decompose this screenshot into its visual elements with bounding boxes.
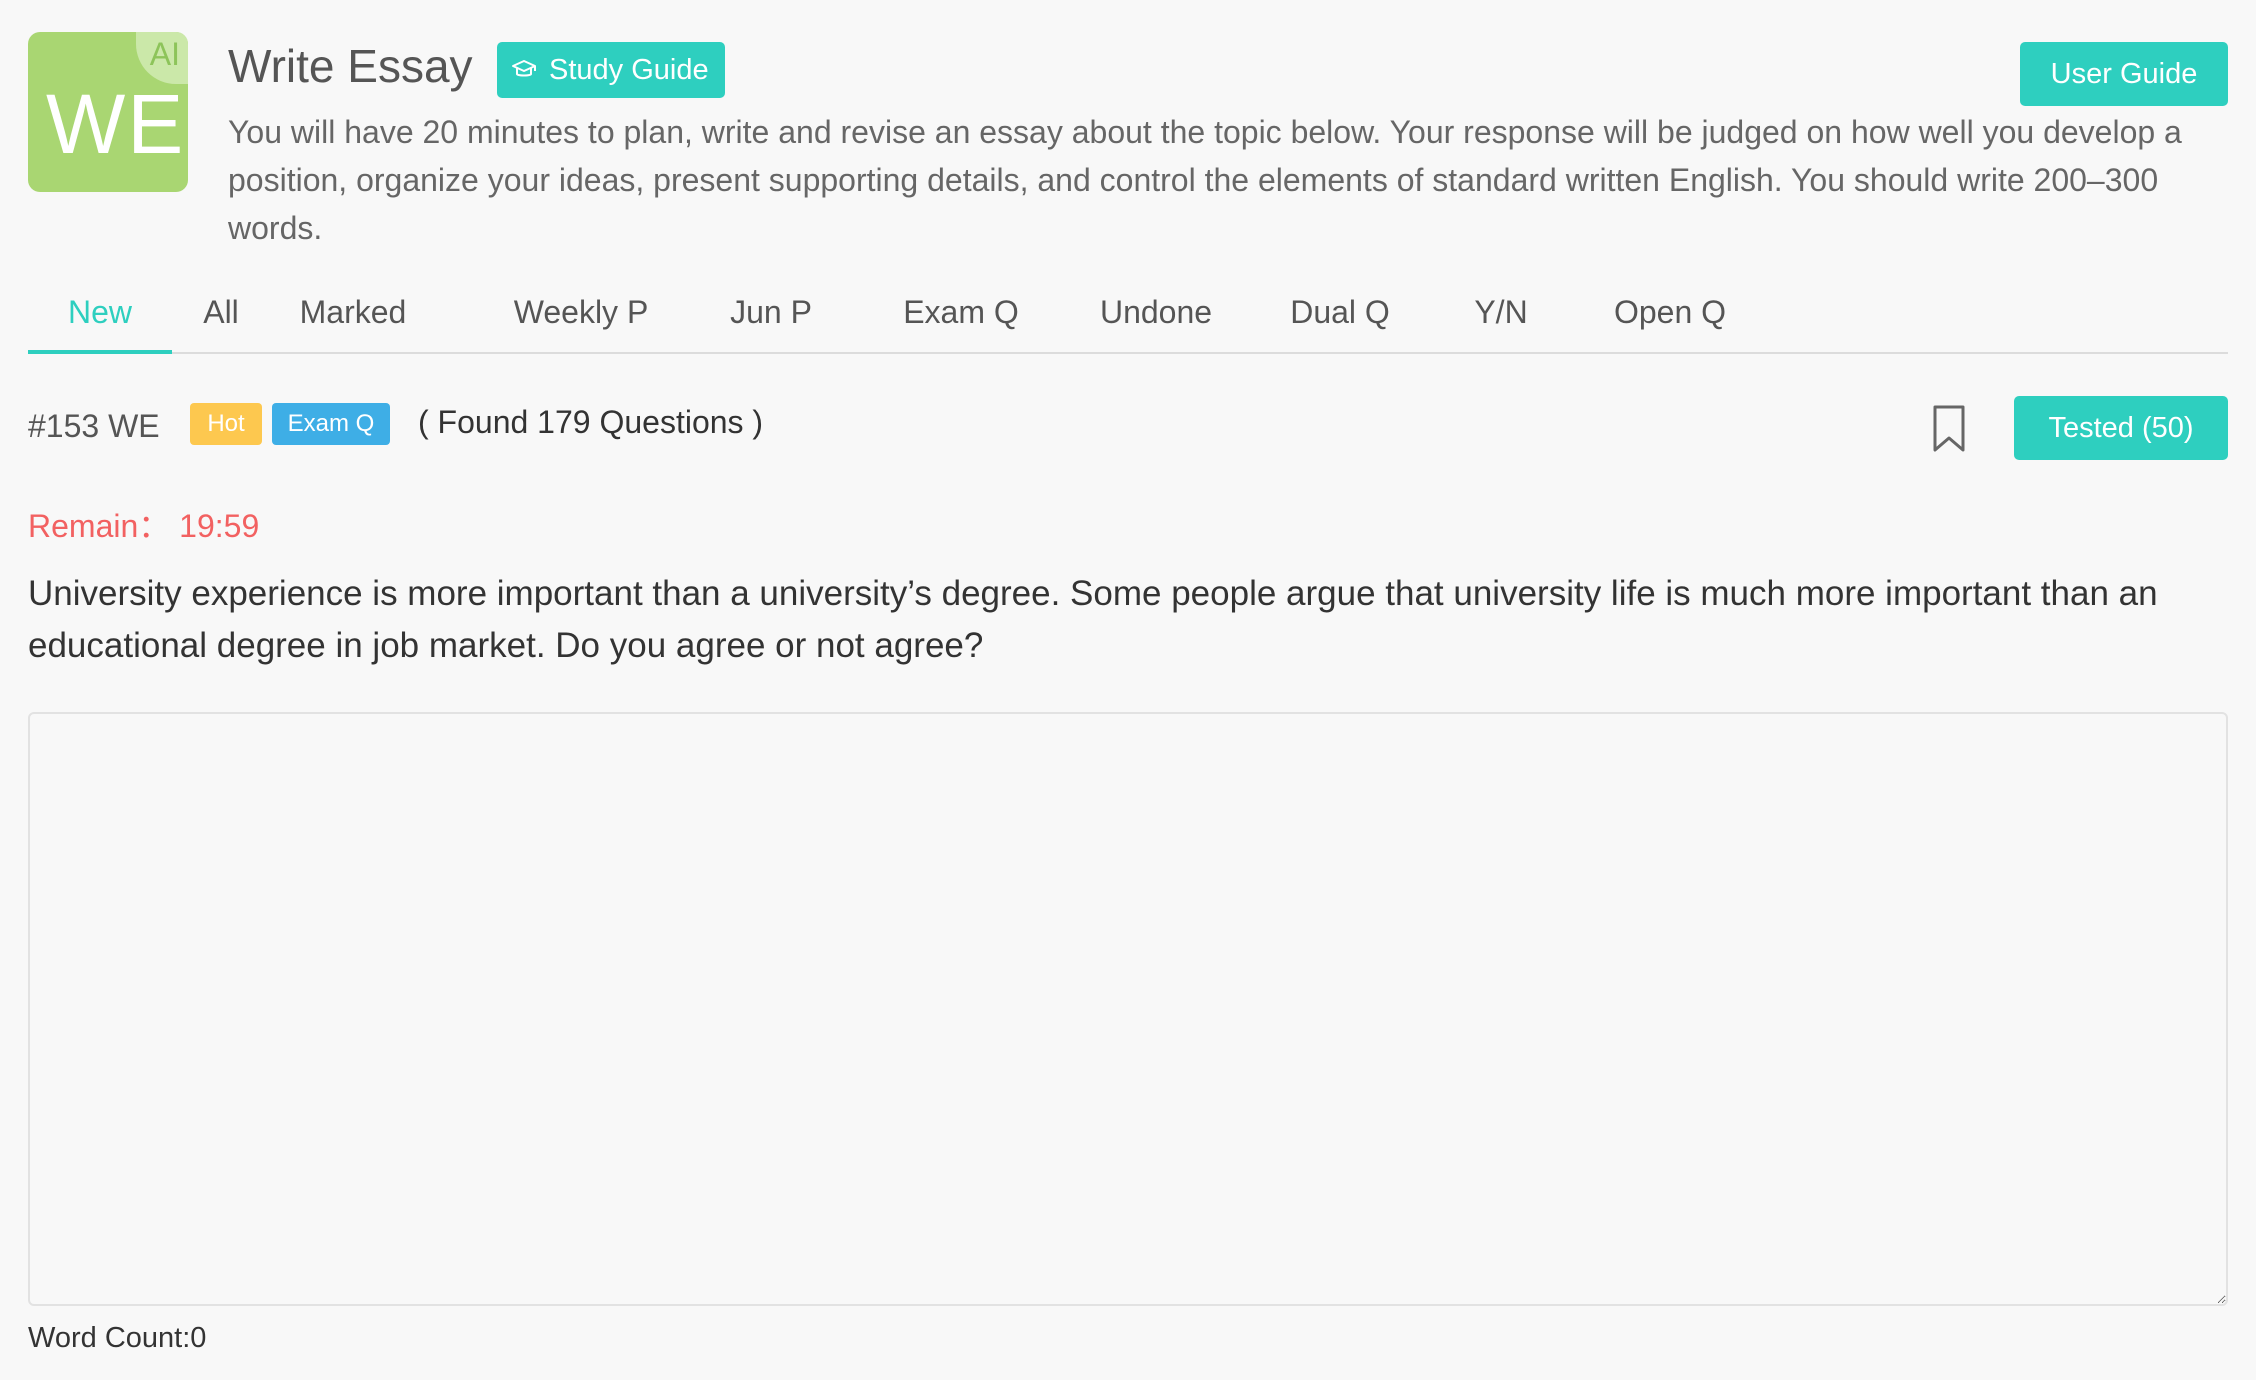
active-tab-indicator — [28, 350, 172, 354]
question-number: #153 WE — [28, 408, 160, 444]
study-guide-button[interactable]: Study Guide — [497, 42, 725, 98]
remaining-timer: Remain： 19:59 — [28, 508, 260, 544]
hot-badge: Hot — [190, 403, 262, 445]
found-count: ( Found 179 Questions ) — [418, 404, 764, 440]
tested-button[interactable]: Tested (50) — [2014, 396, 2228, 460]
tab-all[interactable]: All — [172, 270, 270, 354]
logo-ai-badge: AI — [149, 36, 180, 72]
word-count: Word Count:0 — [28, 1322, 207, 1354]
logo-text: WE — [46, 77, 186, 171]
tab-marked[interactable]: Marked — [298, 270, 408, 354]
tab-dual-q[interactable]: Dual Q — [1287, 270, 1393, 354]
study-guide-label: Study Guide — [549, 53, 709, 86]
essay-input[interactable] — [28, 712, 2228, 1306]
tab-undone[interactable]: Undone — [1096, 270, 1216, 354]
tab-exam-q[interactable]: Exam Q — [901, 270, 1021, 354]
bookmark-icon[interactable] — [1932, 404, 1966, 454]
write-essay-logo: AI WE — [28, 32, 188, 192]
question-filter-tabs: New All Marked Weekly P Jun P Exam Q Und… — [28, 270, 2228, 354]
graduation-cap-icon — [511, 59, 537, 81]
tab-new[interactable]: New — [28, 270, 172, 354]
page-title: Write Essay — [228, 40, 473, 92]
instructions-text: You will have 20 minutes to plan, write … — [228, 114, 2182, 246]
exam-q-badge: Exam Q — [272, 403, 390, 445]
user-guide-button[interactable]: User Guide — [2020, 42, 2228, 106]
tab-yes-no[interactable]: Y/N — [1468, 270, 1534, 354]
write-essay-page: AI WE Write Essay Study Guide User Guide… — [0, 0, 2256, 1380]
essay-prompt: University experience is more important … — [28, 574, 2158, 665]
tab-weekly-p[interactable]: Weekly P — [511, 270, 651, 354]
tab-open-q[interactable]: Open Q — [1609, 270, 1731, 354]
tab-jun-p[interactable]: Jun P — [727, 270, 815, 354]
